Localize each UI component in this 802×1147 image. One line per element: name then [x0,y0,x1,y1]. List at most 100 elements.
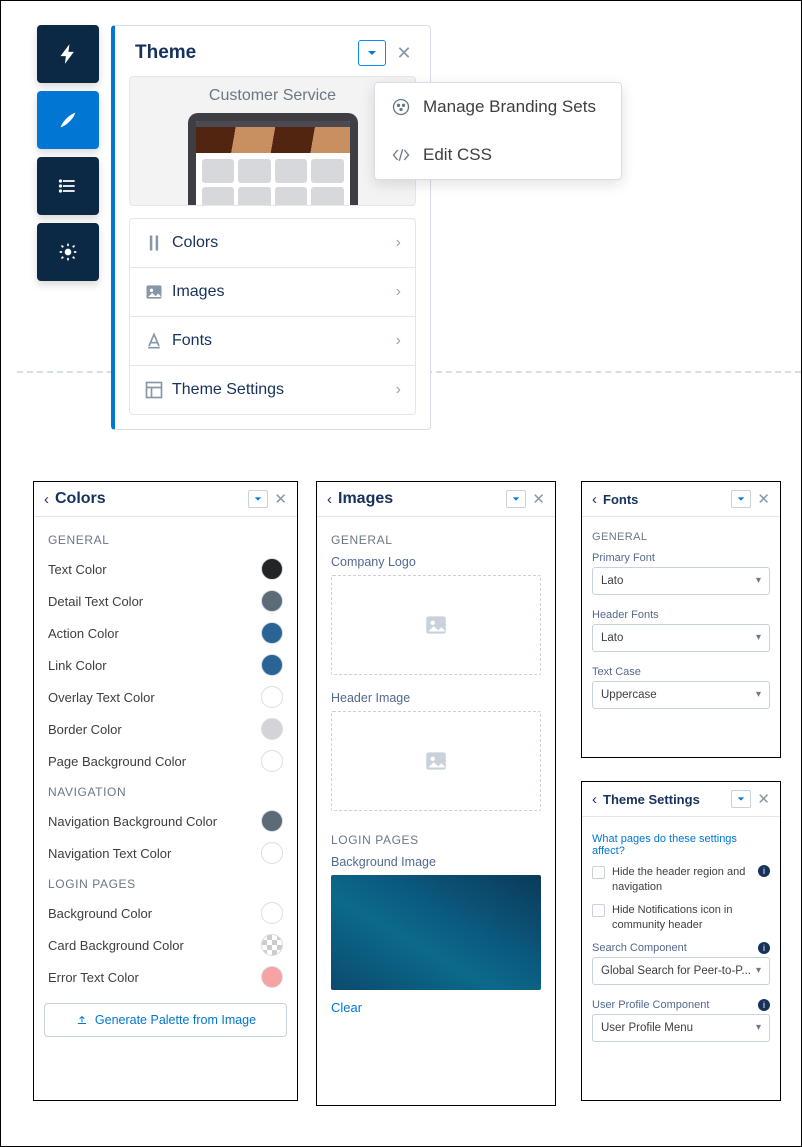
color-label: Text Color [48,562,261,577]
theme-close-button[interactable]: ✕ [394,43,414,64]
company-logo-upload[interactable] [331,575,541,675]
palette-icon [391,97,411,117]
panel-dropdown-button[interactable] [731,490,751,508]
caret-down-icon [367,48,377,58]
checkbox[interactable] [592,866,605,879]
color-row: Navigation Background Color [34,805,297,837]
info-icon[interactable]: i [758,999,770,1011]
chevron-right-icon: › [396,283,401,301]
panel-title: Theme Settings [603,792,731,807]
info-icon[interactable]: i [758,942,770,954]
rail-brush-button[interactable] [37,91,99,149]
clear-link[interactable]: Clear [317,996,555,1025]
list-icon [58,176,78,196]
header-font-select[interactable]: Lato▾ [592,624,770,652]
color-label: Error Text Color [48,970,261,985]
gear-icon [58,242,78,262]
panel-dropdown-button[interactable] [248,490,268,508]
theme-row-label: Theme Settings [172,381,284,399]
menu-manage-branding[interactable]: Manage Branding Sets [375,83,621,131]
text-case-select[interactable]: Uppercase▾ [592,681,770,709]
checkbox[interactable] [592,904,605,917]
menu-edit-css[interactable]: Edit CSS [375,131,621,179]
header-image-upload[interactable] [331,711,541,811]
panel-dropdown-button[interactable] [731,790,751,808]
theme-dropdown-button[interactable] [358,40,386,66]
help-link[interactable]: What pages do these settings affect? [582,825,780,861]
panel-title: Colors [55,490,248,508]
rail-lightning-button[interactable] [37,25,99,83]
panel-close-button[interactable]: ✕ [274,490,287,508]
image-icon [423,612,449,638]
palette-icon [144,233,172,253]
section-heading: LOGIN PAGES [317,825,555,853]
color-label: Link Color [48,658,261,673]
panel-close-button[interactable]: ✕ [757,490,770,508]
color-row: Page Background Color [34,745,297,777]
panel-title: Fonts [603,492,731,507]
back-button[interactable]: ‹ [44,491,55,508]
color-label: Page Background Color [48,754,261,769]
theme-preview-card[interactable]: Customer Service [129,76,416,206]
image-icon [144,282,172,302]
color-label: Detail Text Color [48,594,261,609]
color-swatch[interactable] [261,654,283,676]
field-label: Company Logo [317,553,555,575]
color-swatch[interactable] [261,558,283,580]
font-icon [144,331,172,351]
theme-row-label: Colors [172,234,218,252]
panel-close-button[interactable]: ✕ [532,490,545,508]
color-row: Detail Text Color [34,585,297,617]
hide-header-option: Hide the header region and navigation i [582,861,780,899]
section-heading: GENERAL [317,525,555,553]
upload-icon [75,1013,89,1027]
color-swatch[interactable] [261,810,283,832]
color-swatch[interactable] [261,622,283,644]
color-swatch[interactable] [261,718,283,740]
profile-component-select[interactable]: User Profile Menu▾ [592,1014,770,1042]
rail-list-button[interactable] [37,157,99,215]
theme-row-images[interactable]: Images › [129,268,416,317]
theme-row-label: Images [172,283,224,301]
menu-item-label: Manage Branding Sets [423,97,596,117]
color-swatch[interactable] [261,590,283,612]
color-label: Navigation Background Color [48,814,261,829]
field-label: Primary Font [582,546,780,567]
chevron-right-icon: › [396,234,401,252]
color-swatch[interactable] [261,902,283,924]
code-icon [391,145,411,165]
color-swatch[interactable] [261,842,283,864]
section-heading: GENERAL [34,525,297,553]
color-swatch[interactable] [261,934,283,956]
color-swatch[interactable] [261,966,283,988]
layout-icon [144,380,172,400]
color-row: Border Color [34,713,297,745]
hide-notifications-option: Hide Notifications icon in community hea… [582,899,780,937]
rail-gear-button[interactable] [37,223,99,281]
panel-dropdown-button[interactable] [506,490,526,508]
color-row: Text Color [34,553,297,585]
info-icon[interactable]: i [758,865,770,877]
back-button[interactable]: ‹ [327,491,338,508]
panel-close-button[interactable]: ✕ [757,790,770,808]
menu-item-label: Edit CSS [423,145,492,165]
primary-font-select[interactable]: Lato▾ [592,567,770,595]
generate-palette-button[interactable]: Generate Palette from Image [44,1003,287,1037]
theme-row-fonts[interactable]: Fonts › [129,317,416,366]
images-panel: ‹ Images ✕ GENERAL Company Logo Header I… [316,481,556,1106]
field-label: User Profile Componenti [582,993,780,1014]
login-bg-image[interactable] [331,875,541,990]
back-button[interactable]: ‹ [592,791,603,808]
theme-row-settings[interactable]: Theme Settings › [129,366,416,415]
theme-row-colors[interactable]: Colors › [129,218,416,268]
search-component-select[interactable]: Global Search for Peer-to-P...▾ [592,957,770,985]
image-icon [423,748,449,774]
color-swatch[interactable] [261,686,283,708]
color-label: Border Color [48,722,261,737]
panel-title: Images [338,490,506,508]
fonts-panel: ‹ Fonts ✕ GENERAL Primary Font Lato▾ Hea… [581,481,781,758]
back-button[interactable]: ‹ [592,491,603,508]
color-swatch[interactable] [261,750,283,772]
lightning-icon [58,44,78,64]
color-row: Error Text Color [34,961,297,993]
